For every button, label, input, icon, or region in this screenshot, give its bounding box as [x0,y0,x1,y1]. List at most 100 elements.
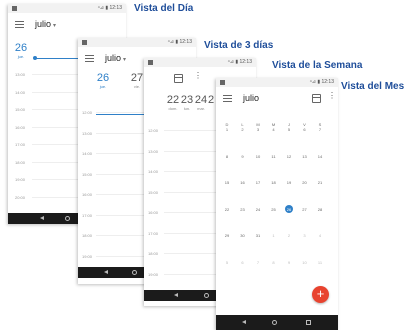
status-bar: ⁴⊿ ▮ 12:13 [8,4,126,13]
month-day-cell[interactable]: 11 [315,260,325,265]
month-day-cell[interactable]: 28 [315,207,325,212]
month-day-cell[interactable]: 3 [300,233,310,238]
hour-label: 12:00 [82,110,93,115]
month-day-cell[interactable]: 30 [238,233,248,238]
month-day-cell[interactable]: 2 [238,127,248,132]
month-day-cell[interactable]: 25 [269,207,279,212]
more-options-icon[interactable]: ⋮ [328,92,336,104]
day-number: 26 [14,42,28,54]
month-day-cell[interactable]: 10 [300,260,310,265]
month-day-cell[interactable]: 7 [253,260,263,265]
month-day-cell[interactable]: 20 [300,180,310,185]
month-day-cell[interactable]: 4 [315,233,325,238]
month-day-cell[interactable]: 5 [222,260,232,265]
month-day-cell[interactable]: 18 [269,180,279,185]
month-day-cell[interactable]: 5 [284,127,294,132]
day-number: 27 [130,72,144,84]
month-day-cell[interactable]: 12 [284,154,294,159]
day-of-week: mar. [197,106,205,111]
status-clock: ⁴⊿ ▮ 12:13 [97,5,122,11]
day-header[interactable]: 27 vie. [130,72,144,89]
calendar-today-icon[interactable] [312,94,321,103]
month-day-cell[interactable]: 6 [238,260,248,265]
month-day-cell[interactable]: 19 [284,180,294,185]
day-number: 23 [180,94,194,106]
month-day-cell[interactable]: 24 [253,207,263,212]
month-day-cell[interactable]: 21 [315,180,325,185]
month-label[interactable]: julio [243,93,259,103]
month-day-cell[interactable]: 6 [300,127,310,132]
month-day-cell[interactable]: 16 [238,180,248,185]
month-day-cell[interactable]: 27 [300,207,310,212]
hour-label: 18:00 [82,233,93,238]
day-header[interactable]: 22 dom. [166,94,180,111]
month-day-cell[interactable]: 4 [269,127,279,132]
hour-label: 15:00 [15,107,26,112]
month-day-cell[interactable]: 22 [222,207,232,212]
month-day-cell[interactable]: 2 [284,233,294,238]
label-week-view: Vista de la Semana [272,60,363,71]
month-day-cell[interactable]: 23 [238,207,248,212]
day-header[interactable]: 2 [207,94,215,106]
hour-label: 14:00 [148,169,159,174]
menu-icon[interactable] [85,55,94,62]
month-day-cell[interactable]: 1 [222,127,232,132]
day-number: 22 [166,94,180,106]
month-selector[interactable]: julio ▾ [105,53,126,63]
month-day-cell[interactable]: 26 [284,207,294,212]
day-header[interactable]: 26 jue. [96,72,110,89]
home-icon[interactable] [65,216,70,221]
hour-label: 18:00 [148,251,159,256]
back-icon[interactable] [174,293,178,297]
menu-icon[interactable] [223,95,232,102]
hour-label: 18:00 [15,159,26,165]
status-bar: ⁴⊿ ▮ 12:13 [78,38,196,47]
month-day-cell[interactable]: 3 [253,127,263,132]
month-day-cell[interactable]: 1 [269,233,279,238]
hour-label: 19:00 [148,271,159,277]
month-day-cell[interactable]: 31 [253,233,263,238]
day-header[interactable]: 23 lun. [180,94,194,111]
calendar-today-icon[interactable] [174,74,183,83]
recent-apps-icon[interactable] [306,320,311,325]
hour-label: 16:00 [148,210,159,215]
month-label: julio [35,19,52,29]
month-day-cell[interactable]: 17 [253,180,263,185]
month-day-cell[interactable]: 9 [238,154,248,159]
day-header[interactable]: 24 mar. [194,94,208,111]
more-options-icon[interactable]: ⋮ [194,72,202,84]
month-day-cell[interactable]: 14 [315,154,325,159]
month-day-cell[interactable]: 29 [222,233,232,238]
back-icon[interactable] [242,320,246,324]
nav-bar [216,315,338,330]
month-day-cell[interactable]: 8 [269,260,279,265]
home-icon[interactable] [132,270,137,275]
add-event-button[interactable]: + [312,286,329,303]
month-day-cell[interactable]: 9 [284,260,294,265]
home-icon[interactable] [272,320,277,325]
label-day-view: Vista del Día [134,3,194,14]
month-day-cell[interactable]: 8 [222,154,232,159]
back-icon[interactable] [40,216,44,220]
hour-label: 13:00 [82,130,93,136]
month-day-cell[interactable]: 11 [269,154,279,159]
day-number: 24 [194,94,208,106]
month-selector[interactable]: julio ▾ [35,19,56,29]
day-of-week: jue. [17,54,25,59]
status-clock: ⁴⊿ ▮ 12:13 [309,79,334,85]
notification-icon [148,60,153,65]
day-of-week: lun. [183,106,191,111]
hour-label: 14:00 [82,151,93,156]
day-of-week: dom. [168,106,178,111]
day-number: 2 [207,94,215,106]
label-three-day-view: Vista de 3 días [204,40,274,51]
menu-icon[interactable] [15,21,24,28]
month-day-cell[interactable]: 15 [222,180,232,185]
month-day-cell[interactable]: 13 [300,154,310,159]
back-icon[interactable] [104,270,108,274]
month-day-cell[interactable]: 10 [253,154,263,159]
home-icon[interactable] [204,293,209,298]
day-header[interactable]: 26 jue. [14,42,28,59]
toolbar: julio ▾ [8,13,126,37]
month-day-cell[interactable]: 7 [315,127,325,132]
